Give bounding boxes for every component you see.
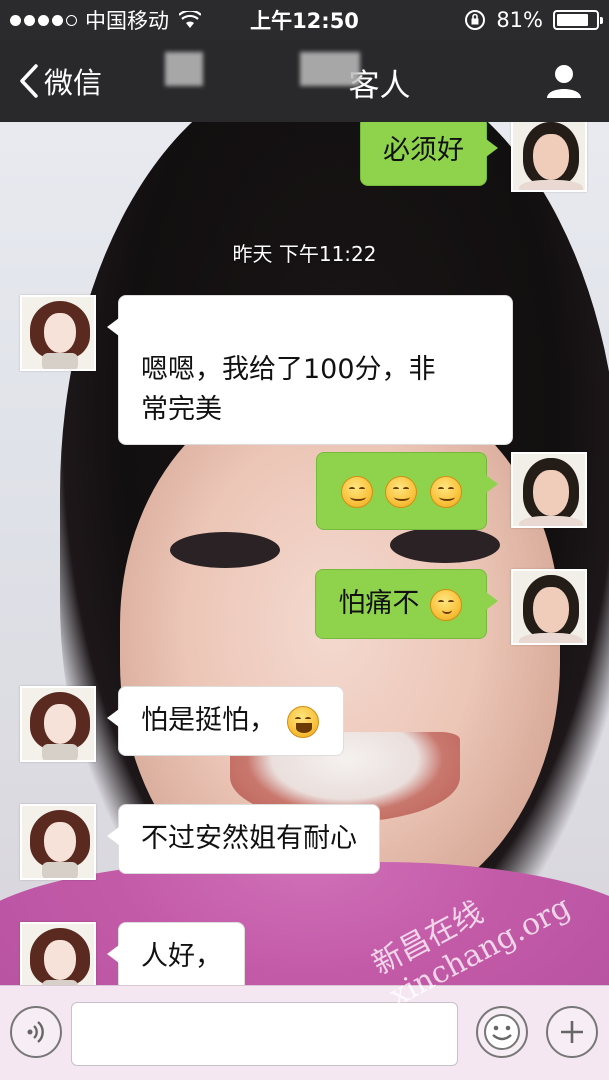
message-row-other: 人好，	[20, 922, 245, 985]
message-bubble-other[interactable]: 怕是挺怕，	[107, 686, 344, 756]
contact-avatar[interactable]	[20, 295, 96, 371]
message-input-bar	[0, 985, 609, 1080]
message-text: 怕痛不	[338, 588, 420, 619]
smile-emoji-icon	[385, 475, 418, 508]
message-text: 怕是挺怕，	[141, 705, 276, 736]
battery-icon	[553, 10, 603, 30]
message-bubble-other[interactable]: 人好，	[107, 922, 245, 985]
contact-avatar[interactable]	[20, 804, 96, 880]
emoji-picker-button[interactable]	[476, 1006, 528, 1058]
message-timestamp: 昨天 下午11:22	[232, 242, 377, 266]
redaction-blur	[300, 52, 360, 86]
battery-percent: 81%	[496, 8, 543, 32]
signal-strength-icon	[10, 14, 77, 26]
redaction-blur	[165, 52, 203, 86]
message-text: 人好，	[141, 941, 222, 972]
plus-icon	[561, 1021, 583, 1043]
message-bubble-other[interactable]: 不过安然姐有耐心	[107, 804, 380, 874]
rotation-lock-icon	[465, 10, 486, 30]
more-options-button[interactable]	[546, 1006, 598, 1058]
message-text-input[interactable]	[71, 1002, 458, 1066]
voice-icon	[27, 1021, 44, 1043]
carrier-name: 中国移动	[85, 9, 169, 33]
message-row-other: 怕是挺怕，	[20, 686, 344, 762]
wifi-icon	[179, 11, 201, 28]
voice-input-button[interactable]	[10, 1006, 62, 1058]
thinking-emoji-icon	[430, 588, 462, 621]
smile-emoji-icon	[430, 475, 462, 508]
contact-info-button[interactable]	[545, 62, 583, 100]
message-bubble-self[interactable]: 必须好	[360, 122, 498, 186]
message-row-self: 怕痛不	[315, 569, 587, 645]
navigation-bar: 微信 客人	[0, 40, 609, 122]
message-text: 必须好	[383, 135, 464, 166]
laughing-crying-emoji-icon	[286, 705, 319, 738]
message-row-self: 必须好	[360, 122, 587, 192]
smile-emoji-icon	[340, 475, 373, 508]
message-bubble-other[interactable]: 嗯嗯，我给了100分，非 常完美	[107, 295, 513, 445]
message-text: 不过安然姐有耐心	[141, 823, 357, 854]
self-avatar[interactable]	[511, 452, 587, 528]
contact-avatar[interactable]	[20, 686, 96, 762]
chat-messages[interactable]: 必须好 昨天 下午11:22 嗯嗯，我给了100分，非 常完美 怕痛不 怕是挺怕…	[0, 122, 609, 985]
smiley-icon	[484, 1014, 520, 1050]
status-time: 上午12:50	[250, 9, 359, 33]
message-row-other: 嗯嗯，我给了100分，非 常完美	[20, 295, 513, 445]
message-bubble-self[interactable]	[315, 452, 499, 530]
status-bar: 中国移动 上午12:50 81%	[0, 0, 609, 40]
contact-avatar[interactable]	[20, 922, 96, 985]
message-row-self	[315, 452, 587, 530]
message-text: 嗯嗯，我给了100分，非 常完美	[141, 354, 436, 425]
message-bubble-self[interactable]: 怕痛不	[315, 569, 498, 639]
self-avatar[interactable]	[511, 569, 587, 645]
message-row-other: 不过安然姐有耐心	[20, 804, 380, 880]
self-avatar[interactable]	[511, 122, 587, 192]
